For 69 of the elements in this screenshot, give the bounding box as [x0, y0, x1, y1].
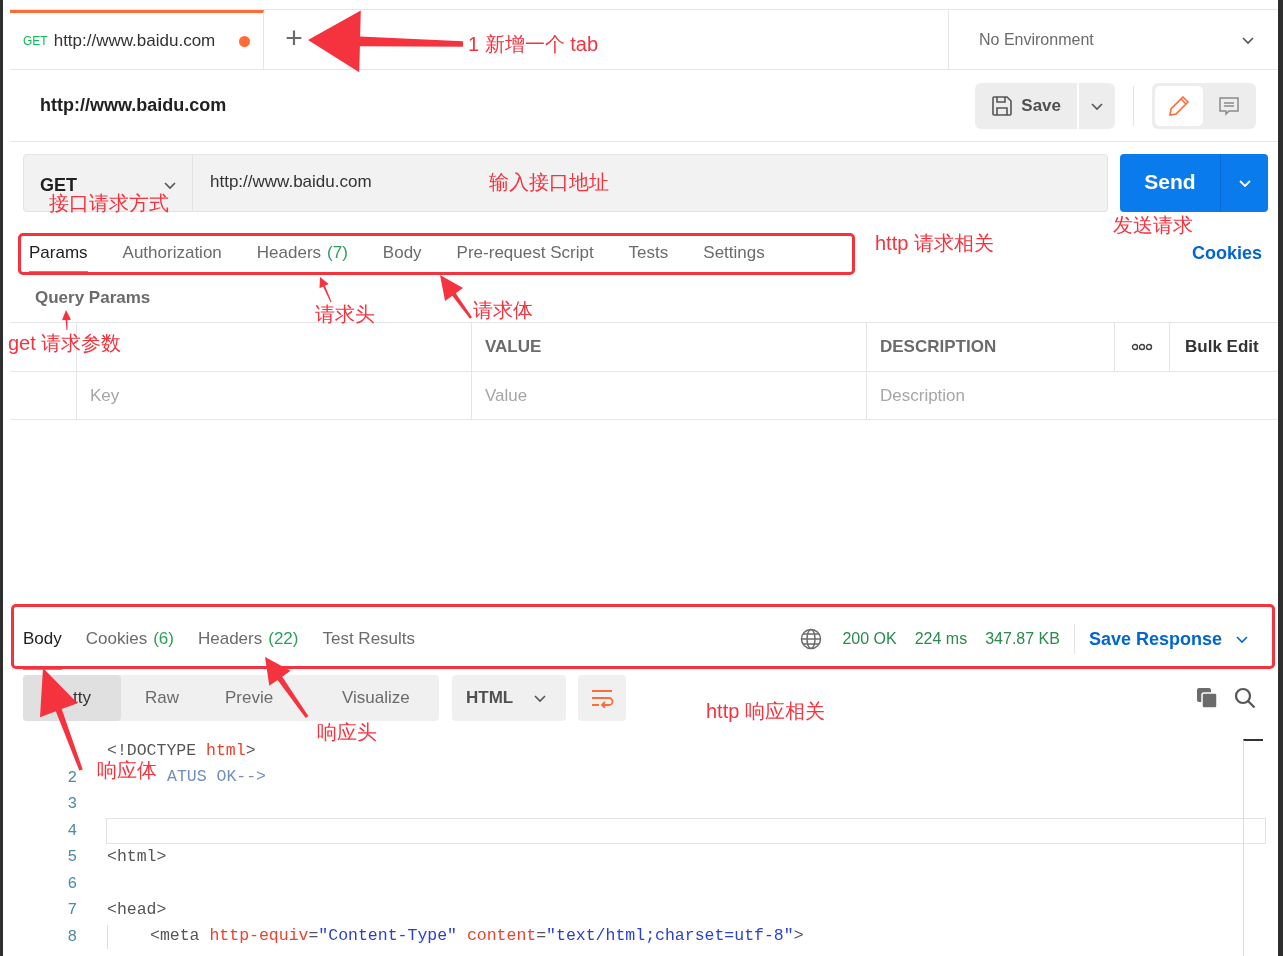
annotation-arrow — [440, 275, 472, 319]
tab[interactable]: Params — [29, 232, 88, 274]
save-button[interactable]: Save — [975, 82, 1077, 129]
tab[interactable]: Pre-request Script — [456, 232, 594, 274]
scrollbar[interactable] — [1243, 739, 1263, 956]
annotation-label: 输入接口地址 — [489, 172, 609, 192]
code-line: <head> — [107, 898, 167, 921]
send-button[interactable]: Send — [1120, 154, 1220, 212]
code-line: ATUS OK--> — [167, 766, 267, 789]
code-line: <html> — [107, 845, 167, 868]
annotation-label: 请求体 — [473, 300, 533, 320]
tab[interactable]: Test Results — [322, 608, 416, 670]
annotation-label: 响应头 — [317, 722, 377, 742]
annotation-arrow — [62, 310, 71, 330]
section-title: Query Params — [35, 287, 151, 310]
tab[interactable]: Body — [382, 232, 422, 274]
code-line: <meta http-equiv="Content-Type" content="text/html;charset=utf-8"> — [150, 925, 804, 948]
tab[interactable]: Headers (7) — [256, 232, 348, 274]
globe-icon[interactable] — [800, 628, 823, 650]
word-wrap-button[interactable] — [578, 675, 626, 721]
tab[interactable]: Tests — [628, 232, 669, 274]
annotation-label: 响应体 — [97, 760, 157, 780]
tab[interactable]: Settings — [703, 232, 765, 274]
response-size: 347.87 KB — [985, 629, 1060, 649]
save-icon — [991, 94, 1014, 117]
line-number: 2 — [66, 767, 77, 789]
copy-icon[interactable] — [1196, 687, 1218, 709]
input-field[interactable]: Value — [485, 372, 866, 419]
annotation-arrow — [319, 277, 332, 303]
request-title: http://www.baidu.com — [40, 94, 227, 117]
column-header: DESCRIPTION — [880, 336, 997, 359]
line-number: 5 — [66, 847, 77, 869]
pencil-icon — [1168, 94, 1190, 117]
column-header: VALUE — [485, 336, 542, 359]
comment-icon — [1218, 94, 1240, 117]
cookies-link[interactable]: Cookies — [1191, 239, 1262, 267]
annotation-label: 接口请求方式 — [49, 193, 169, 213]
environment-select[interactable]: No Environment — [948, 10, 1278, 69]
save-response-button[interactable]: Save Response — [1088, 625, 1250, 653]
annotation-label: get 请求参数 — [8, 333, 122, 353]
line-number: 4 — [66, 820, 77, 842]
annotation-label: 1 新增一个 tab — [468, 34, 599, 54]
request-tab[interactable]: GET http://www.baidu.com — [10, 10, 264, 69]
annotation-label: http 请求相关 — [875, 233, 994, 253]
view-tab[interactable]: Previe — [205, 675, 320, 721]
annotation-label: 发送请求 — [1113, 215, 1193, 235]
line-number: 3 — [66, 794, 77, 816]
tab[interactable]: Headers (22) — [197, 608, 299, 670]
more-icon[interactable] — [1131, 343, 1153, 351]
code-line: <!DOCTYPE html> — [107, 739, 256, 760]
line-number: 6 — [66, 873, 77, 895]
line-number: 8 — [66, 926, 77, 948]
tab[interactable]: Authorization — [122, 232, 222, 274]
input-field[interactable]: Description — [880, 372, 1278, 419]
view-tab[interactable]: Raw — [121, 675, 205, 721]
response-time: 224 ms — [914, 629, 968, 649]
search-icon[interactable] — [1234, 687, 1256, 709]
status-code: 200 OK — [842, 629, 897, 649]
annotation-label: http 响应相关 — [706, 701, 825, 721]
view-tab[interactable]: Visualize — [320, 675, 439, 721]
input-field[interactable]: Key — [90, 372, 471, 419]
edit-mode-button[interactable] — [1155, 85, 1203, 126]
annotation-label: 请求头 — [315, 304, 375, 324]
language-select[interactable]: HTML — [452, 675, 566, 721]
bulk-edit-button[interactable]: Bulk Edit — [1185, 334, 1259, 360]
new-tab-button[interactable]: + — [264, 10, 324, 69]
line-number: 7 — [66, 900, 77, 922]
tab[interactable]: Cookies (6) — [85, 608, 174, 670]
word-wrap-icon — [590, 688, 614, 708]
